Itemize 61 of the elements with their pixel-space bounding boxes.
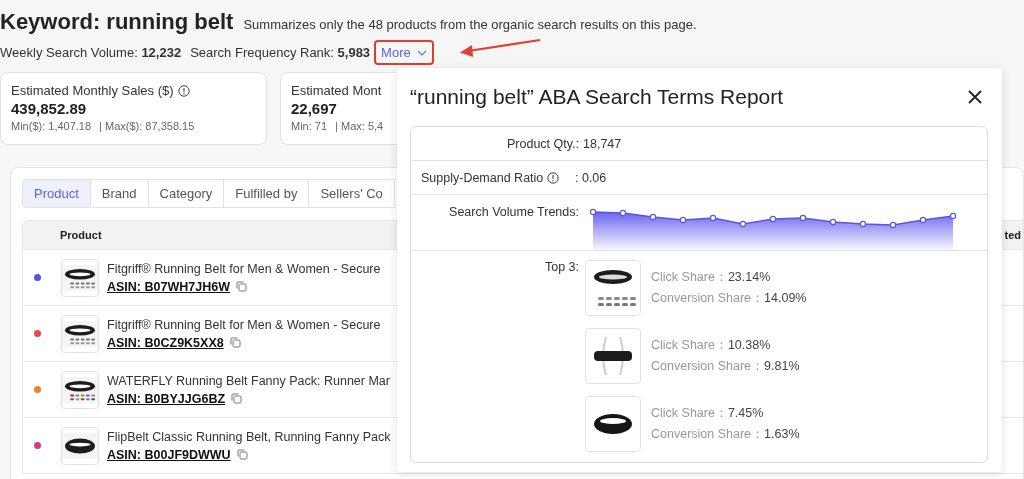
- product-title: Fitgriff® Running Belt for Men & Women - Secure: [107, 261, 381, 276]
- tab[interactable]: Category: [148, 179, 225, 208]
- stat-text: Weekly Search Volume: 12,232: [0, 45, 182, 60]
- tab[interactable]: Fulfilled by: [224, 179, 310, 208]
- asin-link[interactable]: ASIN: B0BYJJG6BZ: [107, 391, 226, 406]
- card-value: 439,852.89: [11, 100, 88, 117]
- click-share: Click Share：23.14%: [651, 269, 772, 286]
- max-text: | Max($): 87,358.15: [99, 120, 195, 132]
- conversion-share: Conversion Share：14.09%: [651, 290, 807, 307]
- card-label: Estimated Mont: [291, 83, 382, 98]
- data-point: [679, 216, 687, 224]
- column-header: ted: [1004, 229, 1022, 241]
- min-text: Min($): 1,407.18: [11, 120, 92, 132]
- card-value: 22,697: [291, 100, 338, 117]
- field-label: Supply-Demand Ratio: [421, 170, 544, 185]
- column-header: Product: [60, 229, 102, 241]
- max-text: | Max: 5,4: [335, 120, 384, 132]
- copy-icon[interactable]: [231, 393, 243, 404]
- data-point: [769, 215, 777, 223]
- copy-icon[interactable]: [236, 449, 248, 460]
- min-text: Min: 71: [291, 120, 328, 132]
- data-point: [799, 214, 807, 222]
- product-title: WATERFLY Running Belt Fanny Pack: Runner Mar: [107, 373, 390, 388]
- product-title: Fitgriff® Running Belt for Men & Women - Secure: [107, 317, 381, 332]
- popup-title: “running belt” ABA Search Terms Report: [410, 85, 784, 109]
- tab[interactable]: Brand: [90, 179, 149, 208]
- stat-text: Search Frequency Rank: 5,983: [190, 45, 371, 60]
- product-title: FlipBelt Classic Running Belt, Running Fanny Pack: [107, 429, 391, 444]
- more-button[interactable]: More: [374, 40, 434, 65]
- field-value: : 0.06: [575, 170, 607, 185]
- copy-icon[interactable]: [229, 337, 241, 348]
- data-point: [649, 213, 657, 221]
- tab[interactable]: Product: [22, 179, 91, 208]
- asin-link[interactable]: ASIN: B00JF9DWWU: [107, 447, 231, 462]
- copy-icon[interactable]: [235, 281, 247, 292]
- arrow-icon: [458, 38, 542, 58]
- asin-link[interactable]: ASIN: B0CZ9K5XX8: [107, 335, 224, 350]
- data-point: [709, 214, 717, 222]
- data-point: [859, 220, 867, 228]
- data-point: [889, 221, 897, 229]
- click-share: Click Share：7.45%: [651, 405, 765, 422]
- close-icon[interactable]: [968, 90, 982, 104]
- click-share: Click Share：10.38%: [651, 337, 772, 354]
- data-point: [919, 216, 927, 224]
- asin-link[interactable]: ASIN: B07WH7JH6W: [107, 279, 230, 294]
- field-label: Product Qty.:: [507, 136, 579, 151]
- card-label: Estimated Monthly Sales ($): [11, 83, 174, 98]
- data-point: [829, 218, 837, 226]
- data-point: [739, 220, 747, 228]
- tab[interactable]: Sellers' Co: [309, 179, 395, 208]
- field-value: 18,747: [583, 136, 622, 151]
- conversion-share: Conversion Share：9.81%: [651, 358, 800, 375]
- field-label: Search Volume Trends:: [449, 205, 579, 219]
- data-point: [589, 208, 597, 216]
- data-point: [619, 209, 627, 217]
- summary-note: Summarizes only the 48 products from the organic search results on this page.: [243, 17, 697, 32]
- field-label: Top 3:: [544, 260, 579, 274]
- data-point: [949, 212, 957, 220]
- caret-icon: [416, 49, 427, 56]
- conversion-share: Conversion Share：1.63%: [651, 426, 800, 443]
- page-title: Keyword: running belt: [0, 9, 234, 35]
